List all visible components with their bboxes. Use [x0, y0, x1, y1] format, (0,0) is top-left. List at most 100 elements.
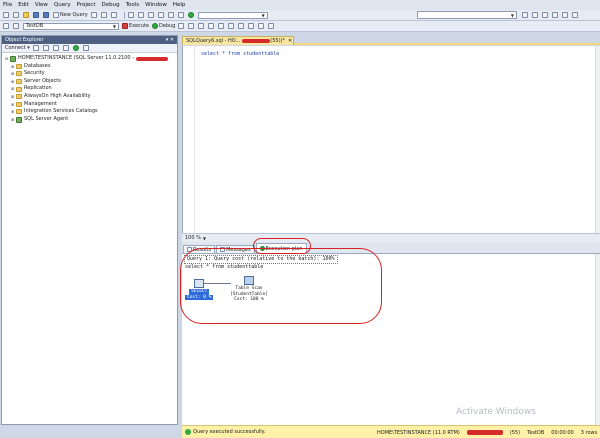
navigate-back-button[interactable]: [177, 11, 185, 19]
change-connection-icon: [13, 23, 19, 29]
menu-window[interactable]: Window: [145, 2, 167, 8]
disconnect-icon: [42, 45, 49, 51]
oe-connect-button[interactable]: Connect ▾: [5, 44, 30, 52]
navigate-back-icon: [177, 12, 184, 18]
query-design-button[interactable]: [208, 22, 215, 30]
mdx-query-button[interactable]: [110, 11, 118, 19]
oe-stop-button[interactable]: [52, 44, 60, 52]
start-debug-button[interactable]: [187, 11, 195, 19]
find-input[interactable]: ▼: [417, 11, 517, 19]
debug-button[interactable]: Debug: [152, 22, 175, 30]
paste-button[interactable]: [147, 11, 155, 19]
results-to-grid-button[interactable]: [238, 22, 245, 30]
save-all-button[interactable]: [43, 11, 50, 19]
tab-execution-plan[interactable]: Execution plan: [255, 243, 307, 253]
new-project-button[interactable]: [3, 11, 10, 19]
uncomment-button[interactable]: [258, 22, 265, 30]
tab-sqlquery6[interactable]: SQLQuery6.sql - HO... (55))* ✕: [182, 36, 294, 45]
comment-icon: [248, 23, 255, 29]
menu-view[interactable]: View: [35, 2, 48, 8]
include-actual-plan-button[interactable]: [218, 22, 225, 30]
toolbar-right-group: [522, 11, 582, 19]
tree-node-sql-agent[interactable]: ⊞ SQL Server Agent: [5, 116, 174, 124]
object-explorer-panel: Object Explorer ▾ ✕ Connect ▾ ⊟ HOME\TES…: [1, 35, 178, 425]
tree-node-replication[interactable]: ⊞ Replication: [5, 85, 174, 93]
tree-node-server-objects[interactable]: ⊞ Server Objects: [5, 78, 174, 86]
tab-messages[interactable]: Messages: [216, 245, 255, 253]
panel-pin-close-icon[interactable]: ▾ ✕: [166, 37, 174, 43]
zoom-level[interactable]: 100 %: [185, 235, 201, 241]
oe-filter-button[interactable]: [62, 44, 70, 52]
indent-button[interactable]: [268, 22, 275, 30]
cancel-query-button[interactable]: [178, 22, 185, 30]
folder-icon: [16, 79, 22, 85]
chevron-down-icon: ▼: [261, 12, 265, 18]
menu-edit[interactable]: Edit: [18, 2, 29, 8]
tree-node-security[interactable]: ⊞ Security: [5, 70, 174, 78]
tree-node-label: SQL Server Agent: [24, 115, 69, 122]
options-button[interactable]: [572, 11, 579, 19]
oe-activity-button[interactable]: [82, 44, 90, 52]
ssms-window: File Edit View Query Project Debug Tools…: [0, 0, 600, 438]
tree-node-server[interactable]: ⊟ HOME\TESTINSTANCE (SQL Server 11.0.210…: [5, 55, 174, 63]
chevron-down-icon[interactable]: ▼: [203, 236, 206, 241]
close-icon[interactable]: ✕: [288, 38, 292, 44]
server-label: HOME\TESTINSTANCE (SQL Server 11.0.2100 …: [18, 55, 135, 61]
query-editor[interactable]: select * from studenttable: [182, 46, 600, 233]
cut-button[interactable]: [127, 11, 135, 19]
redo-icon: [167, 12, 174, 18]
solution-config-dropdown[interactable]: ▼: [197, 11, 268, 19]
toolbox-button[interactable]: [552, 11, 559, 19]
connect-button[interactable]: [3, 22, 10, 30]
menu-project[interactable]: Project: [77, 2, 96, 8]
open-button[interactable]: [23, 11, 30, 19]
comment-button[interactable]: [248, 22, 255, 30]
tree-node-management[interactable]: ⊞ Management: [5, 101, 174, 109]
change-connection-button[interactable]: [13, 22, 20, 30]
find-button[interactable]: [522, 11, 529, 19]
tree-node-integration-services[interactable]: ⊞ Integration Services Catalogs: [5, 108, 174, 116]
tree-node-databases[interactable]: ⊞ Databases: [5, 63, 174, 71]
menu-file[interactable]: File: [3, 2, 12, 8]
query-text[interactable]: select * from studenttable: [201, 51, 279, 57]
oe-refresh-button[interactable]: [72, 44, 80, 52]
add-item-button[interactable]: [13, 11, 20, 19]
editor-scrollbar[interactable]: [595, 46, 600, 233]
undo-button[interactable]: [157, 11, 165, 19]
menu-debug[interactable]: Debug: [101, 2, 119, 8]
database-dropdown[interactable]: TestDB ▼: [23, 22, 119, 30]
copy-button[interactable]: [137, 11, 145, 19]
display-plan-button[interactable]: [198, 22, 205, 30]
menu-tools[interactable]: Tools: [126, 2, 140, 8]
execute-button[interactable]: Execute: [122, 22, 149, 30]
oe-connect-icon-button[interactable]: [32, 44, 40, 52]
new-query-button[interactable]: New Query: [53, 11, 88, 19]
status-rows: 3 rows: [580, 429, 598, 436]
object-explorer-button[interactable]: [562, 11, 569, 19]
paste-icon: [147, 12, 154, 18]
solution-explorer-button[interactable]: [532, 11, 539, 19]
status-message: Query executed successfully.: [193, 429, 266, 435]
parse-button[interactable]: [188, 22, 195, 30]
execute-label: Execute: [129, 23, 149, 29]
results-to-text-button[interactable]: [228, 22, 235, 30]
results-tab-strip: Results Messages Execution plan: [182, 242, 600, 253]
select-operator[interactable]: SELECT Cost: 0 %: [185, 279, 214, 300]
chevron-down-icon: ▼: [112, 23, 116, 29]
table-scan-operator[interactable]: Table Scan [StudentTable] Cost: 100 %: [230, 276, 268, 303]
plan-scrollbar[interactable]: [595, 254, 600, 425]
menu-bar: File Edit View Query Project Debug Tools…: [0, 0, 600, 10]
menu-help[interactable]: Help: [173, 2, 186, 8]
properties-button[interactable]: [542, 11, 549, 19]
redo-button[interactable]: [167, 11, 175, 19]
db-engine-query-button[interactable]: [90, 11, 98, 19]
tree-node-alwayson[interactable]: ⊞ AlwaysOn High Availability: [5, 93, 174, 101]
menu-query[interactable]: Query: [54, 2, 71, 8]
save-button[interactable]: [33, 11, 40, 19]
object-explorer-tree: ⊟ HOME\TESTINSTANCE (SQL Server 11.0.210…: [2, 53, 177, 125]
refresh-icon: [72, 45, 79, 51]
tab-results[interactable]: Results: [183, 245, 216, 253]
tree-node-label: Databases: [24, 62, 51, 69]
analysis-query-button[interactable]: [100, 11, 108, 19]
oe-disconnect-button[interactable]: [42, 44, 50, 52]
